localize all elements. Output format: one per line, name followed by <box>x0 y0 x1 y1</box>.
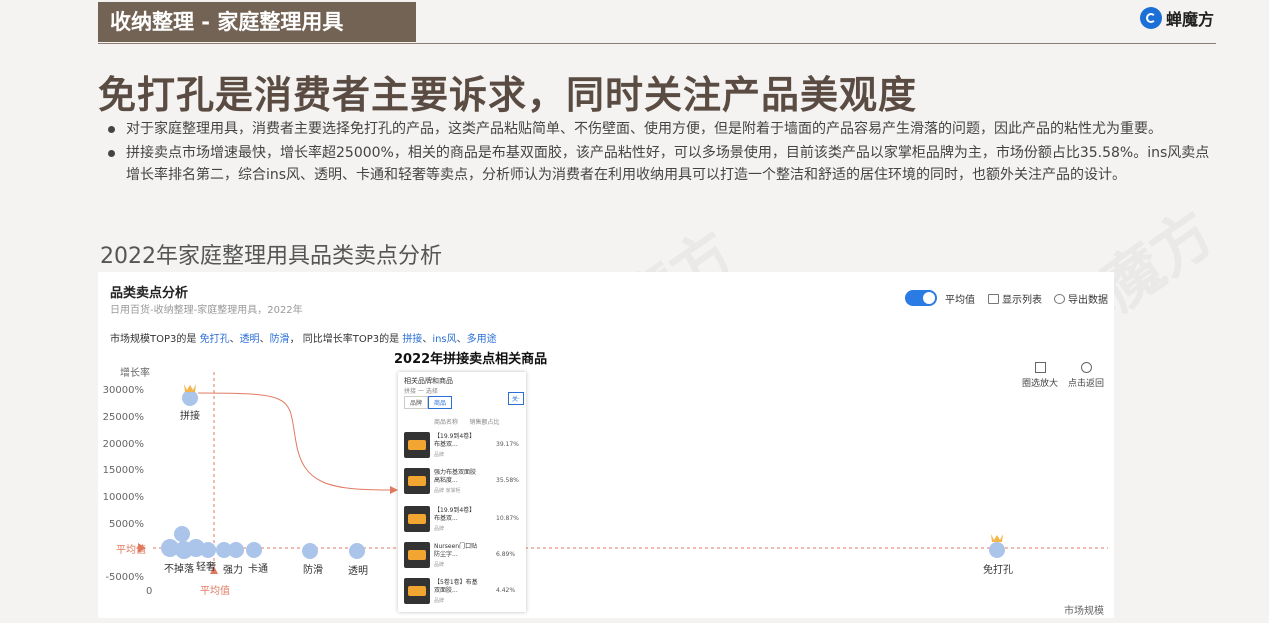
point <box>246 542 262 558</box>
point <box>228 542 244 558</box>
product-image <box>404 542 430 568</box>
bullet-list: 对于家庭整理用具，消费者主要选择免打孔的产品，这类产品粘贴简单、不伤壁面、使用方… <box>104 118 1214 188</box>
tab-brand[interactable]: 品牌 <box>404 396 429 409</box>
product-image <box>404 432 430 458</box>
point-label: 不掉落 <box>164 564 194 575</box>
callout-arrow <box>197 392 391 491</box>
popup-close-button[interactable]: 关· <box>508 392 524 405</box>
header-divider <box>98 43 1216 44</box>
section-tag: 收纳整理 - 家庭整理用具 <box>98 2 416 42</box>
product-row[interactable]: 【5卷1卷】布基双面胶... 品牌 4.42% <box>404 578 522 608</box>
point-touming <box>349 543 365 559</box>
point-fanghua <box>302 543 318 559</box>
popup-columns: 商品名称 销售额占比 <box>434 419 500 426</box>
popup-subheading: 相关品牌和商品 <box>404 377 453 385</box>
point-label: 防滑 <box>303 565 323 576</box>
point-label: 轻奢 <box>196 562 216 573</box>
brand-logo: 蝉魔方 <box>1140 6 1214 30</box>
related-products-popup: 相关品牌和商品 拼接 一 选择 品牌 商品 关· 商品名称 销售额占比 【19.… <box>398 372 526 612</box>
point-label: 透明 <box>348 566 368 577</box>
page-headline: 免打孔是消费者主要诉求，同时关注产品美观度 <box>98 73 918 117</box>
product-image <box>404 506 430 532</box>
product-row[interactable]: 强力布基双面胶高粘度... 品牌 家掌柜 35.58% <box>404 468 522 498</box>
point <box>174 526 190 542</box>
product-image <box>404 578 430 604</box>
chanmofang-logo-icon <box>1140 7 1162 29</box>
average-marker-y <box>138 543 146 553</box>
point-label: 拼接 <box>180 411 200 422</box>
chart-panel: 品类卖点分析 日用百货-收纳整理-家庭整理用具，2022年 市场规模TOP3的是… <box>98 272 1114 618</box>
point-mianda <box>989 542 1005 558</box>
point-label: 强力 <box>223 565 243 576</box>
popup-heading: 2022年拼接卖点相关商品 <box>394 352 548 367</box>
crown-icon <box>184 384 196 392</box>
logo-text: 蝉魔方 <box>1166 10 1215 29</box>
product-row[interactable]: 【19.9到4卷】布基双... 品牌 39.17% <box>404 432 522 462</box>
point-label: 免打孔 <box>983 565 1013 576</box>
point-cluster <box>161 390 1005 559</box>
point-label: 卡通 <box>248 564 268 575</box>
arrow-head <box>390 486 398 494</box>
section-subtitle: 2022年家庭整理用具品类卖点分析 <box>100 244 442 269</box>
bullet-item: 对于家庭整理用具，消费者主要选择免打孔的产品，这类产品粘贴简单、不伤壁面、使用方… <box>104 118 1214 140</box>
product-image <box>404 468 430 494</box>
point <box>200 542 216 558</box>
point-pinjie <box>182 390 198 406</box>
bullet-item: 拼接卖点市场增速最快，增长率超25000%，相关的商品是布基双面胶，该产品粘性好… <box>104 142 1214 186</box>
crown-icon <box>991 534 1003 542</box>
tab-product[interactable]: 商品 <box>428 396 453 409</box>
product-row[interactable]: Nurseen门口贴防尘字... 品牌 6.89% <box>404 542 522 572</box>
product-row[interactable]: 【19.9到4卷】布基双... 品牌 10.87% <box>404 506 522 536</box>
popup-meta: 拼接 一 选择 <box>404 388 438 395</box>
